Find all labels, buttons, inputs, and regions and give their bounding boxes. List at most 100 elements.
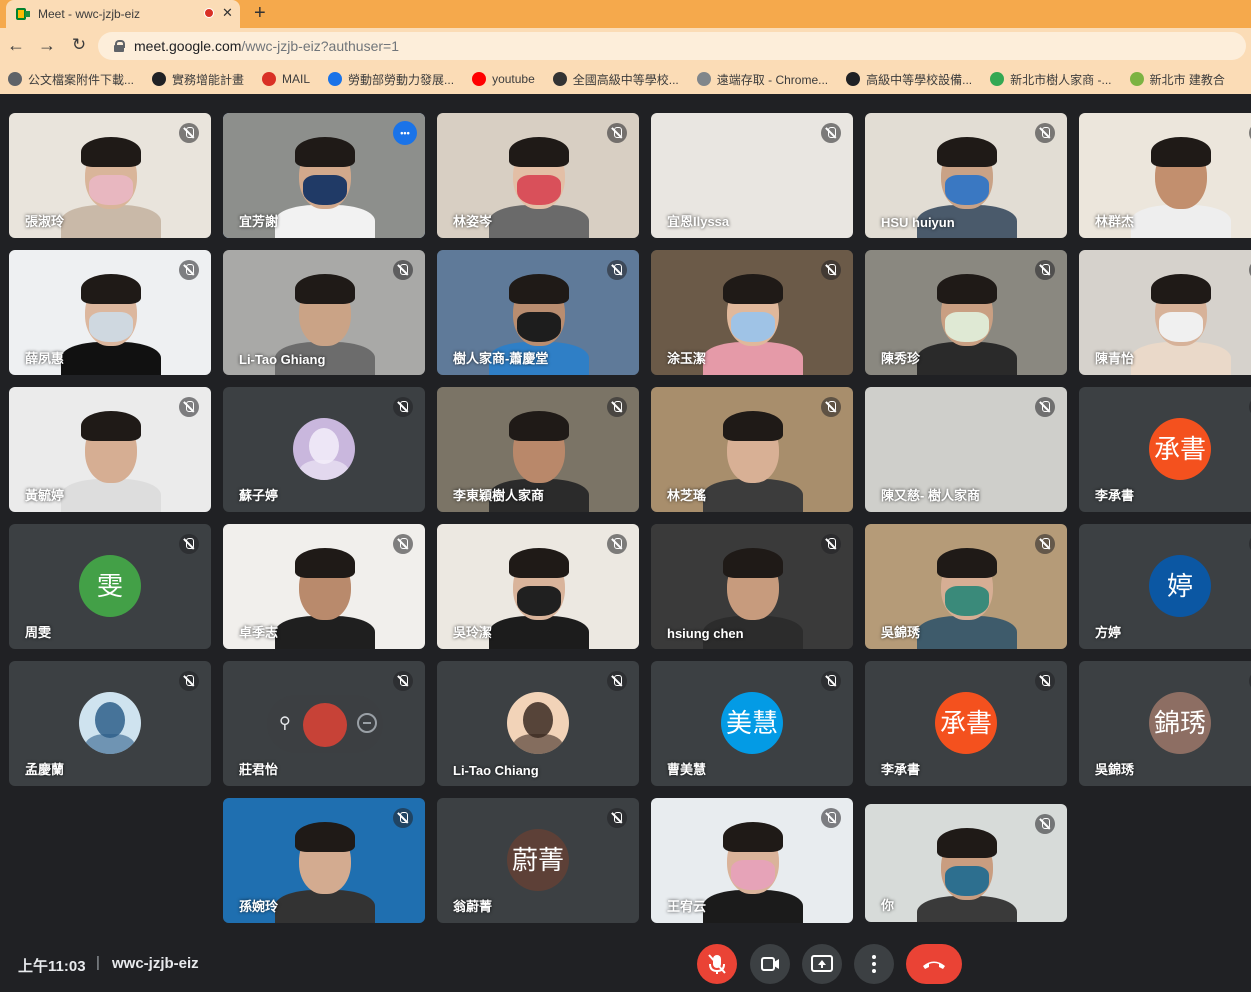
bookmark-item[interactable]: 勞動部勞動力發展...: [328, 71, 454, 88]
bookmark-item[interactable]: 高級中等學校設備...: [846, 71, 972, 88]
participant-tile[interactable]: ⚲ 莊君怡: [223, 661, 425, 786]
url-path: /wwc-jzjb-eiz?authuser=1: [241, 38, 399, 54]
participant-tile[interactable]: 卓季志: [223, 524, 425, 649]
bookmark-item[interactable]: 新北市 建教合: [1129, 71, 1225, 88]
meet-favicon-icon: [16, 8, 30, 20]
mic-muted-icon: [607, 397, 627, 417]
participant-tile[interactable]: 樹人家商-蕭慶堂: [437, 250, 639, 375]
participant-name: 陳秀珍: [881, 351, 921, 366]
mic-muted-icon: [821, 123, 841, 143]
reload-icon[interactable]: ↻: [69, 35, 89, 55]
mic-muted-icon: [821, 534, 841, 554]
participant-tile[interactable]: 張淑玲: [9, 113, 211, 238]
participant-tile[interactable]: 陳又慈- 樹人家商: [865, 387, 1067, 512]
bookmark-item[interactable]: MAIL: [262, 72, 310, 86]
participant-tile[interactable]: 錦琇 吳錦琇: [1079, 661, 1251, 786]
participant-tile[interactable]: 陳青怡: [1079, 250, 1251, 375]
bookmark-label: 實務增能計畫: [172, 72, 245, 87]
microphone-off-button[interactable]: [697, 944, 737, 984]
participant-tile[interactable]: 蔚菁 翁蔚菁: [437, 798, 639, 923]
participant-tile[interactable]: 美慧 曹美慧: [651, 661, 853, 786]
participant-tile[interactable]: 你: [865, 804, 1067, 922]
bookmark-favicon-icon: [328, 72, 343, 86]
mic-muted-icon: [1035, 123, 1055, 143]
participant-name: 孫婉玲: [239, 899, 279, 914]
participant-name: 莊君怡: [239, 762, 279, 777]
tile-more-options-icon[interactable]: •••: [393, 121, 417, 145]
participant-tile[interactable]: 林芝瑤: [651, 387, 853, 512]
participant-name: 吳玲潔: [453, 625, 493, 640]
present-screen-button[interactable]: [802, 944, 842, 984]
participant-name: HSU huiyun: [881, 215, 955, 230]
participant-tile[interactable]: 林群杰: [1079, 113, 1251, 238]
mic-muted-icon: [607, 260, 627, 280]
mic-muted-icon: [393, 260, 413, 280]
back-icon[interactable]: ←: [6, 35, 26, 56]
bookmark-item[interactable]: youtube: [472, 72, 535, 86]
participant-tile[interactable]: 涂玉潔: [651, 250, 853, 375]
browser-tab[interactable]: Meet - wwc-jzjb-eiz ✕: [6, 0, 240, 28]
participant-tile[interactable]: 婷方婷: [1079, 524, 1251, 649]
mic-muted-icon: [179, 671, 199, 691]
participant-name: 林姿岑: [453, 214, 493, 229]
bookmark-label: 全國高級中等學校...: [572, 72, 679, 87]
leave-call-button[interactable]: [906, 944, 962, 984]
meeting-time: 上午11:03: [18, 958, 86, 975]
participant-tile[interactable]: 承書 李承書: [865, 661, 1067, 786]
participant-tile[interactable]: 吳玲潔: [437, 524, 639, 649]
bookmark-item[interactable]: 新北市樹人家商 -...: [990, 71, 1112, 88]
url-host: meet.google.com: [134, 38, 242, 54]
bookmark-item[interactable]: 全國高級中等學校...: [552, 71, 679, 88]
meeting-code: wwc-jzjb-eiz: [112, 955, 199, 972]
bookmark-favicon-icon: [696, 72, 711, 86]
remove-from-view-icon[interactable]: [357, 713, 377, 733]
participant-tile[interactable]: 蘇子婷: [223, 387, 425, 512]
participant-tile[interactable]: 黃毓婷: [9, 387, 211, 512]
participant-name: 李東穎樹人家商: [453, 488, 545, 503]
mic-muted-icon: [393, 671, 413, 691]
participant-name: 宜恩Ilyssa: [667, 214, 730, 229]
participant-tile[interactable]: 陳秀珍: [865, 250, 1067, 375]
bookmark-label: youtube: [492, 72, 535, 86]
participant-profile-picture: [79, 692, 141, 754]
browser-tab-strip: Meet - wwc-jzjb-eiz ✕ +: [0, 0, 1251, 28]
address-bar[interactable]: meet.google.com/wwc-jzjb-eiz?authuser=1: [98, 32, 1246, 60]
bookmarks-bar: 公文檔案附件下載... 實務增能計畫 MAIL 勞動部勞動力發展... youtube 全…: [0, 64, 1251, 94]
bookmark-item[interactable]: 公文檔案附件下載...: [8, 71, 134, 88]
participant-tile[interactable]: 孫婉玲: [223, 798, 425, 923]
participant-tile[interactable]: 李東穎樹人家商: [437, 387, 639, 512]
participant-tile[interactable]: HSU huiyun: [865, 113, 1067, 238]
participant-tile[interactable]: ••• 宜芳謝: [223, 113, 425, 238]
new-tab-icon[interactable]: +: [254, 2, 266, 25]
bookmark-item[interactable]: 遠端存取 - Chrome...: [696, 71, 828, 88]
more-options-button[interactable]: [854, 944, 894, 984]
forward-icon[interactable]: →: [37, 35, 57, 56]
participant-tile[interactable]: 承書 李承書: [1079, 387, 1251, 512]
participant-tile[interactable]: 吳錦琇: [865, 524, 1067, 649]
bookmark-favicon-icon: [1129, 72, 1144, 86]
participant-name: 黃毓婷: [25, 488, 65, 503]
participant-tile[interactable]: 林姿岑: [437, 113, 639, 238]
bookmark-favicon-icon: [990, 72, 1005, 86]
participant-avatar: 美慧: [721, 692, 783, 754]
participant-tile[interactable]: 孟慶蘭: [9, 661, 211, 786]
close-tab-icon[interactable]: ✕: [222, 5, 233, 21]
camera-button[interactable]: [750, 944, 790, 984]
participant-tile[interactable]: 宜恩Ilyssa: [651, 113, 853, 238]
mic-muted-icon: [179, 397, 199, 417]
participant-profile-picture: [293, 418, 355, 480]
participant-tile[interactable]: 雯周雯: [9, 524, 211, 649]
participant-tile[interactable]: 薛夙惠: [9, 250, 211, 375]
mic-muted-icon: [393, 534, 413, 554]
participant-avatar: 雯: [79, 555, 141, 617]
tab-title: Meet - wwc-jzjb-eiz: [38, 7, 141, 21]
participant-tile[interactable]: 王宥云: [651, 798, 853, 923]
participant-tile[interactable]: Li-Tao Ghiang: [223, 250, 425, 375]
present-screen-icon: [811, 955, 833, 972]
pin-icon[interactable]: ⚲: [279, 713, 291, 733]
participant-name: hsiung chen: [667, 626, 744, 641]
participant-tile[interactable]: hsiung chen: [651, 524, 853, 649]
bookmark-favicon-icon: [152, 72, 167, 86]
bookmark-item[interactable]: 實務增能計畫: [152, 71, 244, 88]
participant-tile[interactable]: Li-Tao Chiang: [437, 661, 639, 786]
